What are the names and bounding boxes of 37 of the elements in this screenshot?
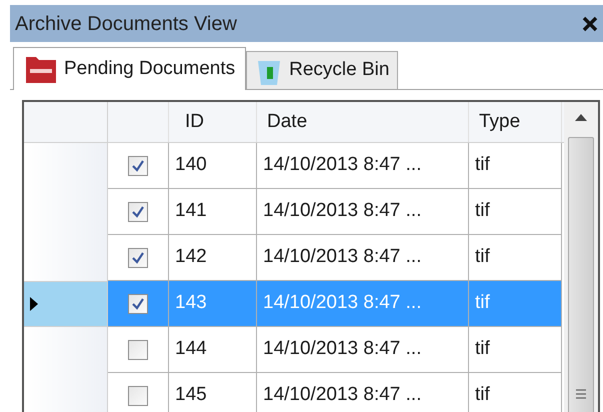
scroll-thumb[interactable]	[568, 137, 594, 412]
table-cell: 143	[169, 281, 257, 327]
check-icon	[131, 296, 145, 310]
table-cell: tif	[469, 189, 562, 235]
scroll-up-icon[interactable]	[575, 114, 587, 121]
checkbox[interactable]	[128, 248, 148, 268]
check-icon	[131, 158, 145, 172]
table-cell: 14/10/2013 8:47 ...	[257, 235, 469, 281]
column-header[interactable]: Date	[257, 102, 469, 142]
table-cell: 144	[169, 327, 257, 373]
table-cell: 14/10/2013 8:47 ...	[257, 327, 469, 373]
table-cell: tif	[469, 327, 562, 373]
table-cell: 14/10/2013 8:47 ...	[257, 281, 469, 327]
column-header[interactable]: Type	[469, 102, 562, 142]
grip-icon	[576, 389, 586, 399]
tab[interactable]: Recycle Bin	[246, 51, 398, 89]
window-title: Archive Documents View	[15, 12, 237, 36]
table-cell: tif	[469, 281, 562, 327]
table-cell: 14/10/2013 8:47 ...	[257, 189, 469, 235]
checkbox[interactable]	[128, 156, 148, 176]
checkbox[interactable]	[128, 294, 148, 314]
tab[interactable]: Pending Documents	[13, 47, 246, 90]
table-cell: 141	[169, 189, 257, 235]
checkbox[interactable]	[128, 340, 148, 360]
current-row-icon	[30, 297, 38, 311]
table-cell: 140	[169, 143, 257, 189]
table-cell: 14/10/2013 8:47 ...	[257, 143, 469, 189]
checkbox[interactable]	[128, 202, 148, 222]
close-icon[interactable]	[581, 14, 599, 32]
vertical-scrollbar[interactable]	[564, 102, 598, 412]
check-icon	[131, 250, 145, 264]
table-cell: 142	[169, 235, 257, 281]
column-header[interactable]: ID	[169, 102, 257, 142]
checkbox[interactable]	[128, 386, 148, 406]
table-cell: tif	[469, 235, 562, 281]
check-icon	[131, 204, 145, 218]
table-cell: tif	[469, 143, 562, 189]
